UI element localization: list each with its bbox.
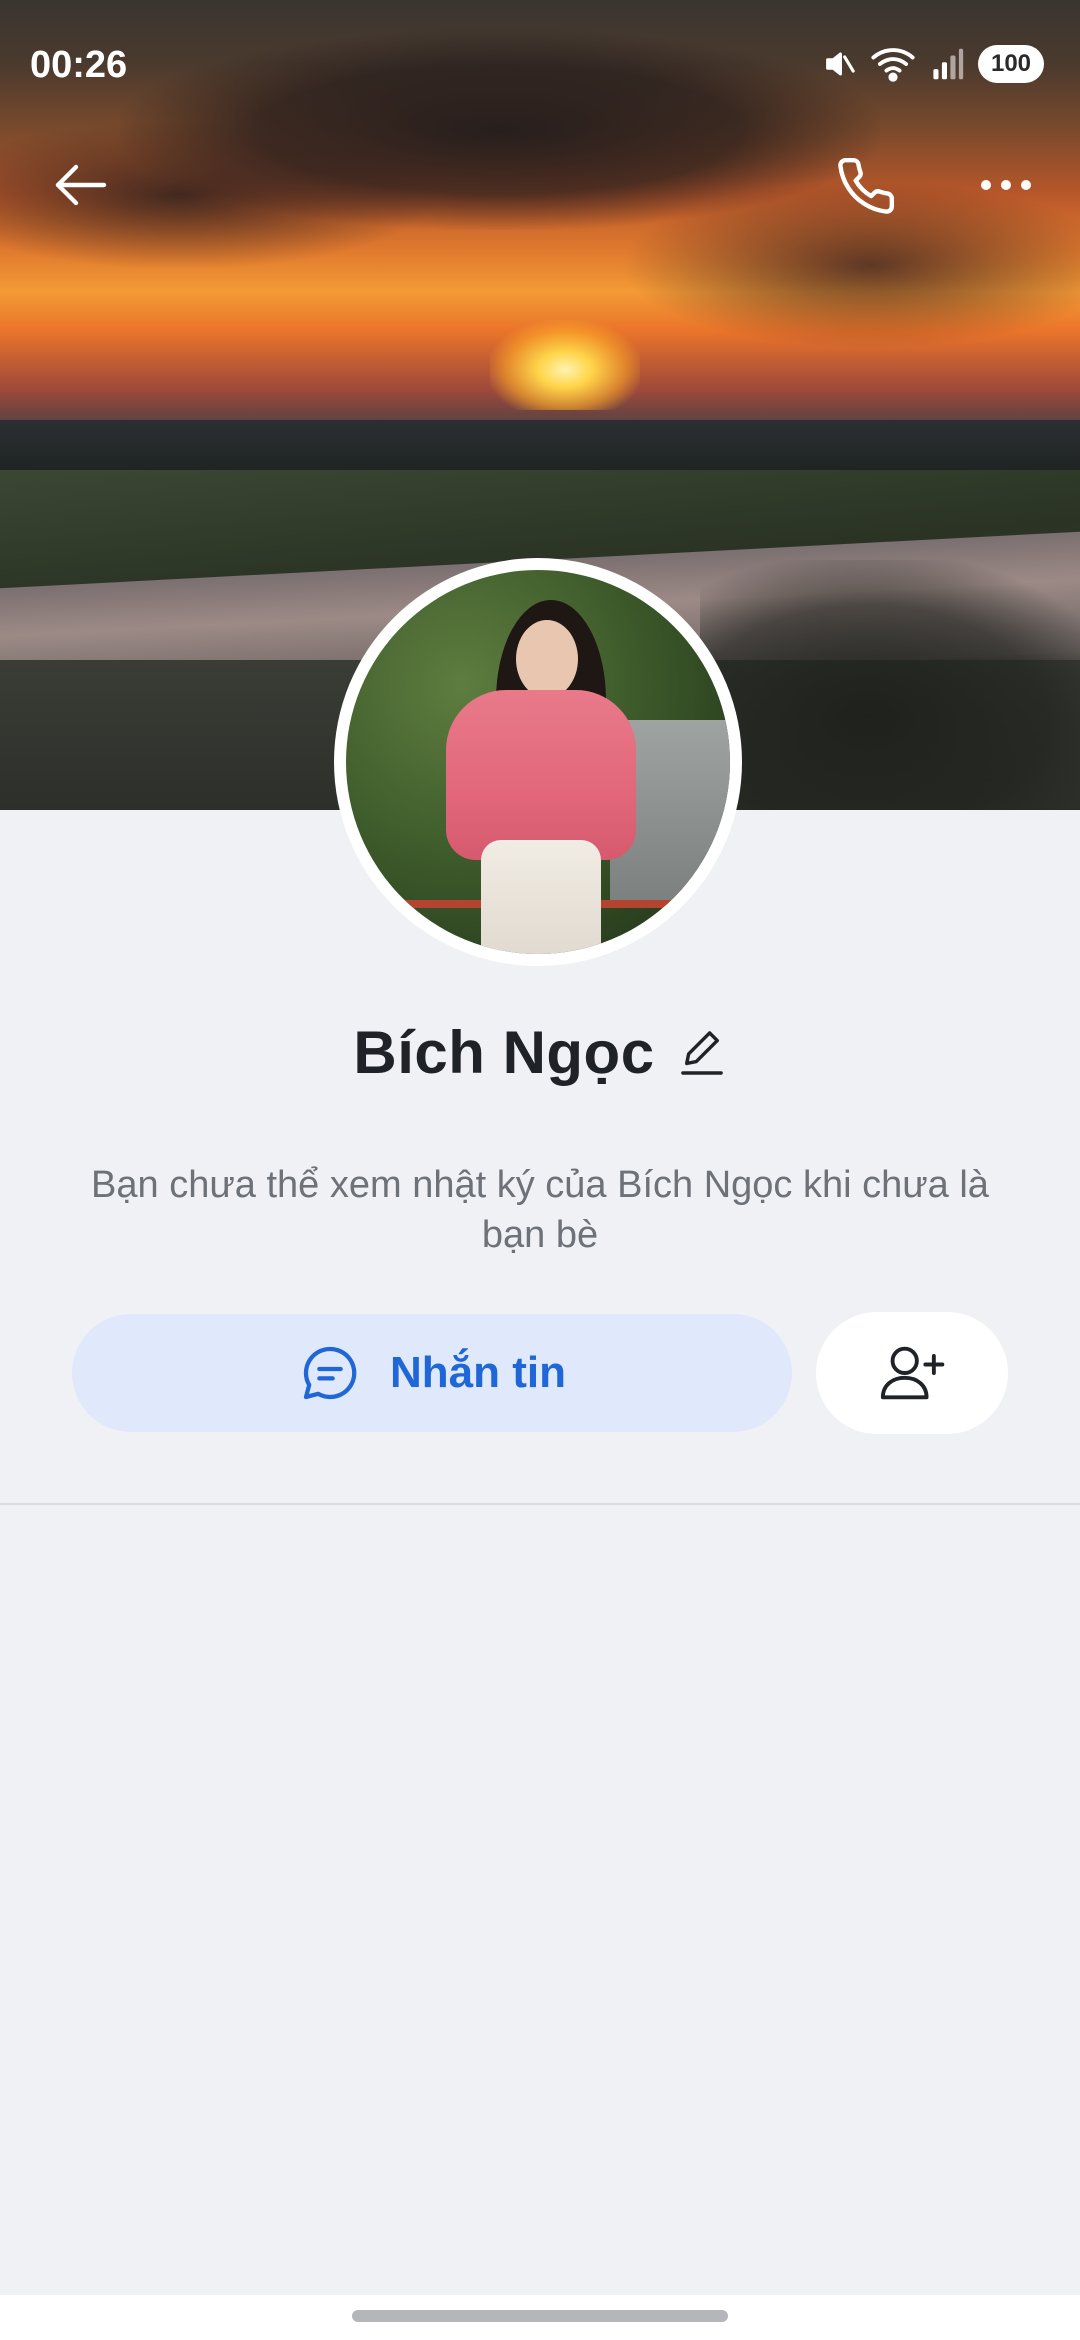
add-user-icon	[880, 1346, 945, 1400]
cover-treeline	[0, 420, 1080, 470]
section-divider	[0, 1503, 1080, 1505]
cover-sun	[490, 320, 640, 410]
more-horizontal-icon	[981, 180, 1031, 190]
chat-bubble-icon	[303, 1346, 357, 1400]
status-icons: 100	[822, 42, 1044, 86]
mute-icon	[826, 52, 855, 76]
cover-bushes	[700, 560, 1080, 810]
back-button[interactable]	[40, 150, 120, 220]
battery-icon: 100	[978, 45, 1044, 83]
profile-screen: 00:26 100 Bích Ngọc Bạn chưa thể xem nhậ…	[0, 0, 1080, 2340]
home-indicator[interactable]	[352, 2310, 728, 2322]
phone-icon	[838, 157, 895, 214]
call-button[interactable]	[826, 148, 906, 224]
avatar-pants	[481, 840, 601, 954]
profile-name: Bích Ngọc	[353, 1018, 655, 1086]
arrow-left-icon	[55, 164, 107, 206]
avatar-top	[446, 690, 636, 860]
more-button[interactable]	[966, 150, 1046, 220]
profile-name-row: Bích Ngọc	[0, 1012, 1080, 1092]
status-bar: 00:26 100	[0, 0, 1080, 130]
privacy-note: Bạn chưa thể xem nhật ký của Bích Ngọc k…	[91, 1164, 989, 1256]
avatar-photo	[346, 570, 730, 954]
avatar[interactable]	[334, 558, 742, 966]
pencil-icon	[680, 1031, 723, 1075]
avatar-face	[516, 620, 578, 698]
message-button[interactable]: Nhắn tin	[72, 1314, 792, 1432]
wifi-icon	[871, 48, 915, 82]
message-label: Nhắn tin	[390, 1348, 566, 1397]
signal-icon	[933, 48, 964, 80]
edit-name-button[interactable]	[677, 1022, 727, 1082]
status-time: 00:26	[30, 44, 128, 86]
add-friend-button[interactable]	[816, 1312, 1008, 1434]
